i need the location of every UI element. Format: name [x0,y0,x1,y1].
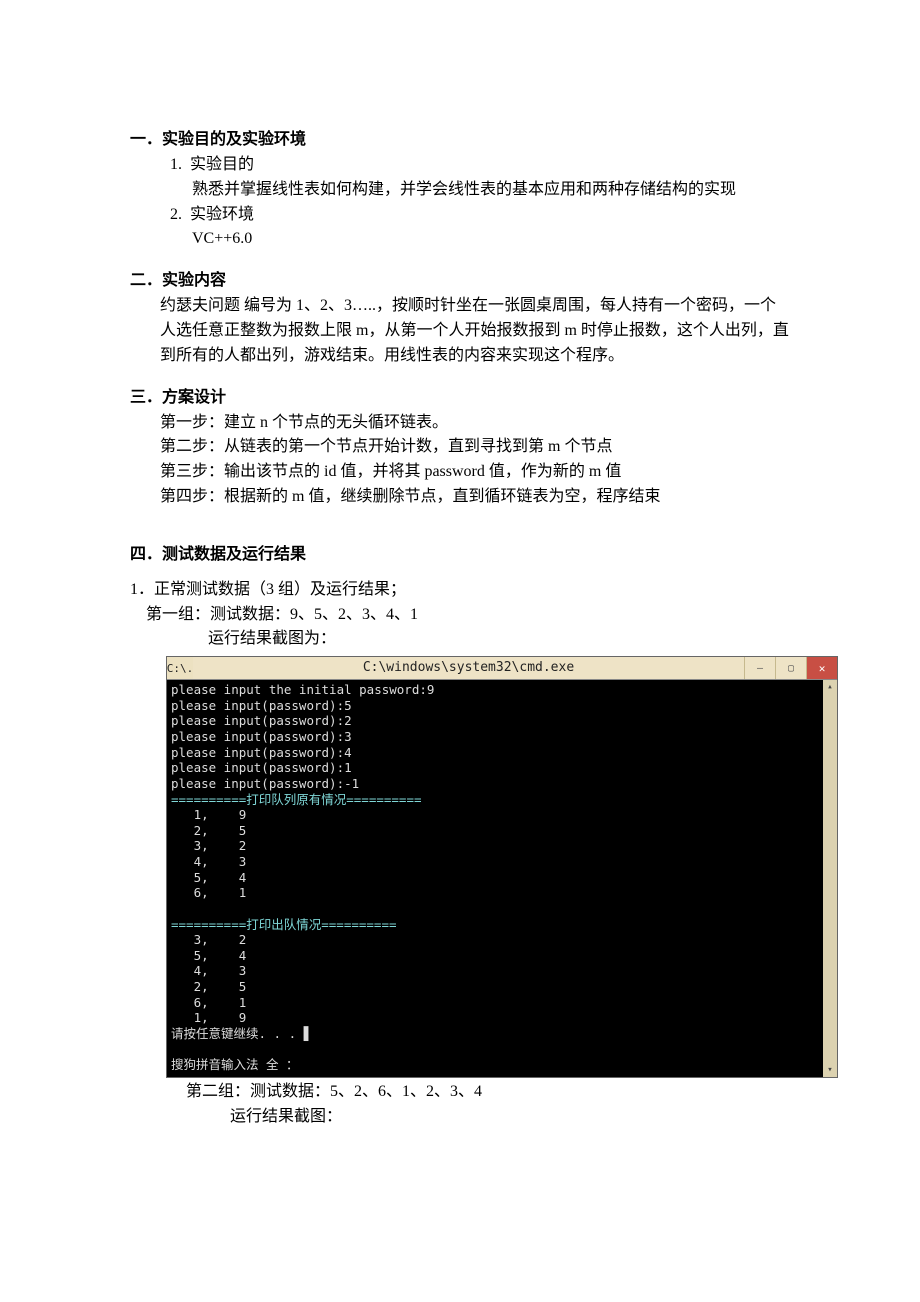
title-1: 实验目的 [190,156,254,173]
heading-two: 二．实验内容 [130,266,790,290]
body-1: 熟悉并掌握线性表如何构建，并学会线性表的基本应用和两种存储结构的实现 [170,178,790,203]
cmd-icon: C:\. [167,657,193,679]
section-one: 一．实验目的及实验环境 1. 实验目的 熟悉并掌握线性表如何构建，并学会线性表的… [130,125,790,252]
minimize-button[interactable] [744,657,775,679]
body-2: VC++6.0 [170,227,790,252]
cmd-body-wrap: please input the initial password:9 plea… [167,680,837,1077]
cmd-banner2: ==========打印出队情况========== [171,917,397,932]
cmd-title: C:\windows\system32\cmd.exe [193,657,744,679]
cmd-input-lines: please input the initial password:9 plea… [171,682,434,791]
cmd-window: C:\. C:\windows\system32\cmd.exe please … [166,656,838,1078]
step-4: 第四步：根据新的 m 值，继续删除节点，直到循环链表为空，程序结束 [130,485,790,510]
group1-caption: 运行结果截图为： [130,627,790,652]
cmd-banner1: ==========打印队列原有情况========== [171,792,422,807]
heading-four: 四．测试数据及运行结果 [130,540,790,564]
cmd-table2: 3, 2 5, 4 4, 3 2, 5 6, 1 1, 9 [171,932,246,1025]
maximize-button[interactable] [775,657,806,679]
cmd-titlebar: C:\. C:\windows\system32\cmd.exe [167,657,837,680]
group1-data: 第一组：测试数据：9、5、2、3、4、1 [130,603,790,628]
cmd-ime-status: 搜狗拼音输入法 全 ： [171,1057,299,1072]
scroll-up-icon[interactable]: ▴ [823,680,837,694]
window-buttons [744,657,837,679]
heading-one: 一．实验目的及实验环境 [130,125,790,149]
num-1: 1. [170,156,182,173]
scroll-down-icon[interactable]: ▾ [823,1063,837,1077]
cmd-table1: 1, 9 2, 5 3, 2 4, 3 5, 4 6, 1 [171,807,246,900]
item-1: 1. 实验目的 熟悉并掌握线性表如何构建，并学会线性表的基本应用和两种存储结构的… [130,153,790,203]
section-four: 四．测试数据及运行结果 1．正常测试数据（3 组）及运行结果； 第一组：测试数据… [130,540,790,1130]
test-intro: 1．正常测试数据（3 组）及运行结果； [130,578,790,603]
group2-caption: 运行结果截图： [130,1105,790,1130]
step-3: 第三步：输出该节点的 id 值，并将其 password 值，作为新的 m 值 [130,460,790,485]
section-three: 三．方案设计 第一步：建立 n 个节点的无头循环链表。 第二步：从链表的第一个节… [130,383,790,510]
step-1: 第一步：建立 n 个节点的无头循环链表。 [130,411,790,436]
heading-three: 三．方案设计 [130,383,790,407]
body-two: 约瑟夫问题 编号为 1、2、3…..，按顺时针坐在一张圆桌周围，每人持有一个密码… [130,294,790,368]
section-two: 二．实验内容 约瑟夫问题 编号为 1、2、3…..，按顺时针坐在一张圆桌周围，每… [130,266,790,368]
scrollbar[interactable]: ▴ ▾ [823,680,837,1077]
item-2: 2. 实验环境 VC++6.0 [130,203,790,253]
num-2: 2. [170,206,182,223]
cmd-body: please input the initial password:9 plea… [167,680,823,1077]
step-2: 第二步：从链表的第一个节点开始计数，直到寻找到第 m 个节点 [130,435,790,460]
title-2: 实验环境 [190,206,254,223]
document-page: 一．实验目的及实验环境 1. 实验目的 熟悉并掌握线性表如何构建，并学会线性表的… [0,0,920,1302]
close-button[interactable] [806,657,837,679]
group2-data: 第二组：测试数据：5、2、6、1、2、3、4 [130,1080,790,1105]
cmd-press-any-key: 请按任意键继续. . . ▋ [171,1026,311,1041]
